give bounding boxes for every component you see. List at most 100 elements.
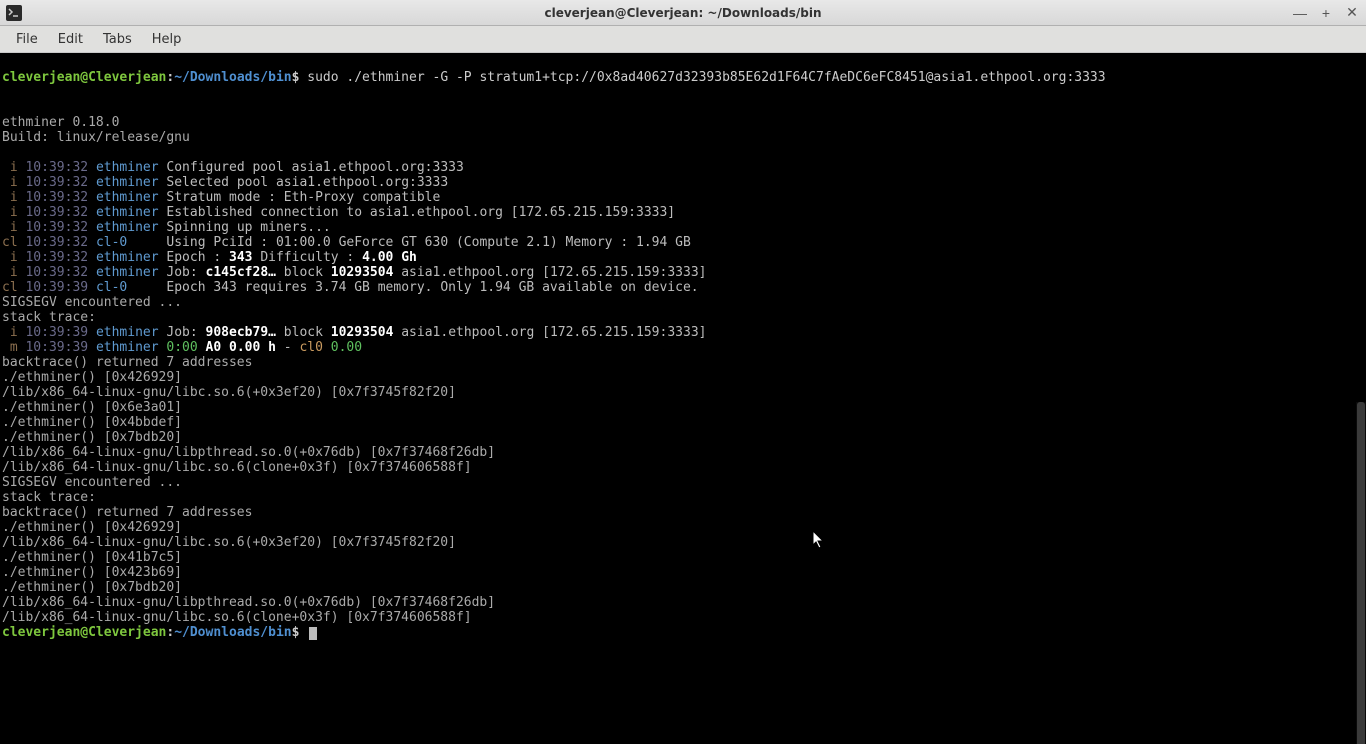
metric: cl0 (299, 340, 322, 355)
trace: /lib/x86_64-linux-gnu/libc.so.6(+0x3ef20… (2, 535, 456, 550)
header-version: ethminer 0.18.0 (2, 115, 119, 130)
cat: i (2, 190, 18, 205)
ctx: cl-0 (96, 280, 159, 295)
trace: ./ethminer() [0x7bdb20] (2, 430, 182, 445)
trace: /lib/x86_64-linux-gnu/libpthread.so.0(+0… (2, 595, 495, 610)
log-line: Epoch 343 requires 3.74 GB memory. Only … (166, 280, 698, 295)
window-titlebar: cleverjean@Cleverjean: ~/Downloads/bin —… (0, 0, 1366, 26)
ts: 10:39:32 (25, 190, 88, 205)
log-bold: 343 (229, 250, 252, 265)
log-bold: 908ecb79… (206, 325, 276, 340)
scrollbar-thumb[interactable] (1357, 402, 1365, 744)
log-line: Established connection to asia1.ethpool.… (166, 205, 675, 220)
minimize-button[interactable]: — (1290, 4, 1310, 22)
ts: 10:39:32 (25, 160, 88, 175)
prompt-path: ~/Downloads/bin (174, 625, 291, 640)
prompt-user-host: cleverjean@Cleverjean (2, 70, 166, 85)
log-line: Stratum mode : Eth-Proxy compatible (166, 190, 440, 205)
menu-file[interactable]: File (6, 28, 48, 51)
cat: i (2, 250, 18, 265)
trace: /lib/x86_64-linux-gnu/libpthread.so.0(+0… (2, 445, 495, 460)
sigsegv: SIGSEGV encountered ... (2, 295, 182, 310)
ctx: ethminer (96, 265, 159, 280)
backtrace-line: backtrace() returned 7 addresses (2, 355, 252, 370)
header-build: Build: linux/release/gnu (2, 130, 190, 145)
prompt-path: ~/Downloads/bin (174, 70, 291, 85)
metric: 0.00 (323, 340, 362, 355)
cat: cl (2, 235, 18, 250)
ts: 10:39:32 (25, 265, 88, 280)
trace: /lib/x86_64-linux-gnu/libc.so.6(clone+0x… (2, 610, 472, 625)
close-button[interactable]: ✕ (1342, 4, 1362, 22)
cat: i (2, 325, 18, 340)
cat: i (2, 160, 18, 175)
trace: ./ethminer() [0x41b7c5] (2, 550, 182, 565)
command-text: sudo ./ethminer -G -P stratum1+tcp://0x8… (307, 70, 1105, 85)
trace: ./ethminer() [0x426929] (2, 370, 182, 385)
ts: 10:39:39 (25, 280, 88, 295)
terminal-icon (6, 5, 22, 21)
log-bold: 4.00 Gh (362, 250, 417, 265)
ts: 10:39:39 (25, 340, 88, 355)
metric: 0:00 (166, 340, 197, 355)
log-line: - (276, 340, 299, 355)
log-line: Job: (166, 325, 205, 340)
cat: cl (2, 280, 18, 295)
cursor-block (309, 627, 317, 640)
trace: ./ethminer() [0x4bbdef] (2, 415, 182, 430)
cat: i (2, 175, 18, 190)
ctx: ethminer (96, 175, 159, 190)
log-line: Spinning up miners... (166, 220, 330, 235)
ctx: ethminer (96, 190, 159, 205)
ctx: ethminer (96, 220, 159, 235)
prompt-dollar: $ (292, 625, 300, 640)
log-line: asia1.ethpool.org [172.65.215.159:3333] (393, 265, 706, 280)
stack-trace-label: stack trace: (2, 490, 96, 505)
trace: ./ethminer() [0x423b69] (2, 565, 182, 580)
cat: m (2, 340, 18, 355)
metric-bold: A0 (198, 340, 221, 355)
ts: 10:39:32 (25, 235, 88, 250)
backtrace-line: backtrace() returned 7 addresses (2, 505, 252, 520)
window-controls: — + ✕ (1290, 4, 1362, 22)
ctx: ethminer (96, 325, 159, 340)
menu-tabs[interactable]: Tabs (93, 28, 142, 51)
log-bold: c145cf28… (206, 265, 276, 280)
menu-bar: File Edit Tabs Help (0, 26, 1366, 53)
ctx: ethminer (96, 340, 159, 355)
log-bold: 10293504 (331, 325, 394, 340)
trace: ./ethminer() [0x7bdb20] (2, 580, 182, 595)
window-title: cleverjean@Cleverjean: ~/Downloads/bin (544, 6, 821, 20)
ctx: ethminer (96, 160, 159, 175)
menu-edit[interactable]: Edit (48, 28, 93, 51)
maximize-button[interactable]: + (1316, 4, 1336, 22)
log-line: Job: (166, 265, 205, 280)
log-line: asia1.ethpool.org [172.65.215.159:3333] (393, 325, 706, 340)
ts: 10:39:32 (25, 205, 88, 220)
sigsegv: SIGSEGV encountered ... (2, 475, 182, 490)
trace: ./ethminer() [0x6e3a01] (2, 400, 182, 415)
log-line: Using PciId : 01:00.0 GeForce GT 630 (Co… (166, 235, 690, 250)
metric-bold: 0.00 h (221, 340, 276, 355)
ts: 10:39:32 (25, 220, 88, 235)
cat: i (2, 220, 18, 235)
log-line: block (276, 265, 331, 280)
ctx: ethminer (96, 205, 159, 220)
menu-help[interactable]: Help (142, 28, 192, 51)
log-bold: 10293504 (331, 265, 394, 280)
trace: /lib/x86_64-linux-gnu/libc.so.6(clone+0x… (2, 460, 472, 475)
log-line: Selected pool asia1.ethpool.org:3333 (166, 175, 448, 190)
stack-trace-label: stack trace: (2, 310, 96, 325)
ctx: ethminer (96, 250, 159, 265)
prompt-user-host: cleverjean@Cleverjean (2, 625, 166, 640)
ts: 10:39:39 (25, 325, 88, 340)
ts: 10:39:32 (25, 250, 88, 265)
log-line: Epoch : (166, 250, 229, 265)
log-line: block (276, 325, 331, 340)
trace: /lib/x86_64-linux-gnu/libc.so.6(+0x3ef20… (2, 385, 456, 400)
ts: 10:39:32 (25, 175, 88, 190)
scrollbar[interactable] (1356, 402, 1366, 744)
ctx: cl-0 (96, 235, 159, 250)
cat: i (2, 265, 18, 280)
terminal-output[interactable]: cleverjean@Cleverjean:~/Downloads/bin$ s… (0, 53, 1366, 744)
